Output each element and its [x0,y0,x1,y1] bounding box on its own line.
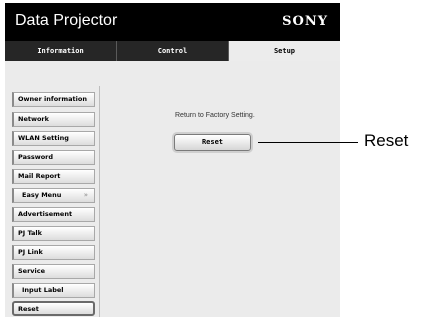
sidebar-item-mail-report[interactable]: Mail Report [12,169,95,184]
title-bar: Data Projector SONY [5,3,340,41]
setup-sidebar: Owner information Network WLAN Setting P… [7,86,100,317]
sidebar-item-advertisement[interactable]: Advertisement [12,207,95,222]
tab-information[interactable]: Information [5,41,117,61]
tab-bar: Information Control Setup [5,41,340,61]
sidebar-item-reset[interactable]: Reset [12,301,95,316]
browser-frame: Data Projector SONY Information Control … [5,3,340,317]
reset-button[interactable]: Reset [174,134,251,151]
sidebar-item-input-label[interactable]: Input Label [12,283,95,298]
tab-control[interactable]: Control [117,41,229,61]
app-title: Data Projector [15,12,118,29]
sidebar-item-owner-information[interactable]: Owner information [12,92,95,107]
sidebar-item-wlan-setting[interactable]: WLAN Setting [12,131,95,146]
sidebar-item-easy-menu[interactable]: Easy Menu » [12,188,95,203]
double-chevron-icon: » [83,191,88,199]
sony-logo: SONY [282,14,328,29]
sidebar-item-password[interactable]: Password [12,150,95,165]
sidebar-item-pj-talk[interactable]: PJ Talk [12,226,95,241]
callout-label: Reset [364,131,409,150]
sidebar-item-network[interactable]: Network [12,112,95,127]
tab-setup[interactable]: Setup [229,41,340,61]
sidebar-item-service[interactable]: Service [12,264,95,279]
sidebar-item-pj-link[interactable]: PJ Link [12,245,95,260]
sidebar-item-label: Easy Menu [22,191,62,199]
factory-setting-description: Return to Factory Setting. [175,112,255,119]
callout-line [258,142,358,143]
